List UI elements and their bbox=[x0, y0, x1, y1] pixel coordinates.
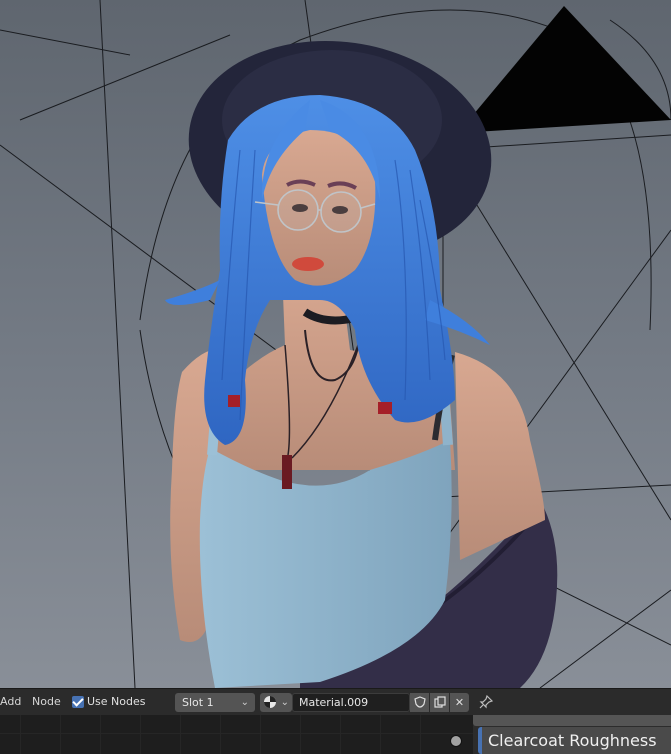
material-sphere-icon bbox=[264, 696, 276, 708]
node-menu[interactable]: Node bbox=[32, 689, 61, 715]
material-browse-button[interactable]: ⌄ bbox=[260, 693, 292, 712]
use-nodes-checkbox[interactable] bbox=[72, 696, 84, 708]
fake-user-button[interactable] bbox=[410, 693, 429, 712]
use-nodes-label: Use Nodes bbox=[87, 695, 146, 708]
material-name-field[interactable]: Material.009 bbox=[292, 693, 410, 712]
3d-viewport[interactable] bbox=[0, 0, 671, 688]
pin-icon[interactable] bbox=[479, 695, 493, 709]
duplicate-icon bbox=[433, 696, 446, 708]
chevron-down-icon: ⌄ bbox=[280, 697, 289, 708]
input-socket[interactable] bbox=[450, 735, 462, 747]
pendant bbox=[282, 455, 292, 489]
character-render bbox=[0, 0, 671, 688]
node-editor-header: Add Node Use Nodes Slot 1 ⌄ ⌄ Material.0… bbox=[0, 688, 671, 715]
lips bbox=[292, 257, 324, 271]
material-name: Material.009 bbox=[299, 696, 369, 709]
slot-dropdown[interactable]: Slot 1 ⌄ bbox=[175, 693, 255, 712]
clearcoat-roughness-label: Clearcoat Roughness bbox=[488, 731, 657, 750]
unlink-material-button[interactable]: ✕ bbox=[450, 693, 469, 712]
shield-icon bbox=[413, 696, 426, 708]
node-previous-field bbox=[473, 715, 671, 726]
clearcoat-roughness-field[interactable]: Clearcoat Roughness bbox=[478, 727, 671, 754]
duplicate-material-button[interactable] bbox=[430, 693, 449, 712]
close-icon: ✕ bbox=[454, 696, 465, 709]
slot-value: Slot 1 bbox=[182, 696, 214, 709]
add-menu[interactable]: Add bbox=[0, 689, 21, 715]
chevron-down-icon: ⌄ bbox=[240, 697, 249, 708]
